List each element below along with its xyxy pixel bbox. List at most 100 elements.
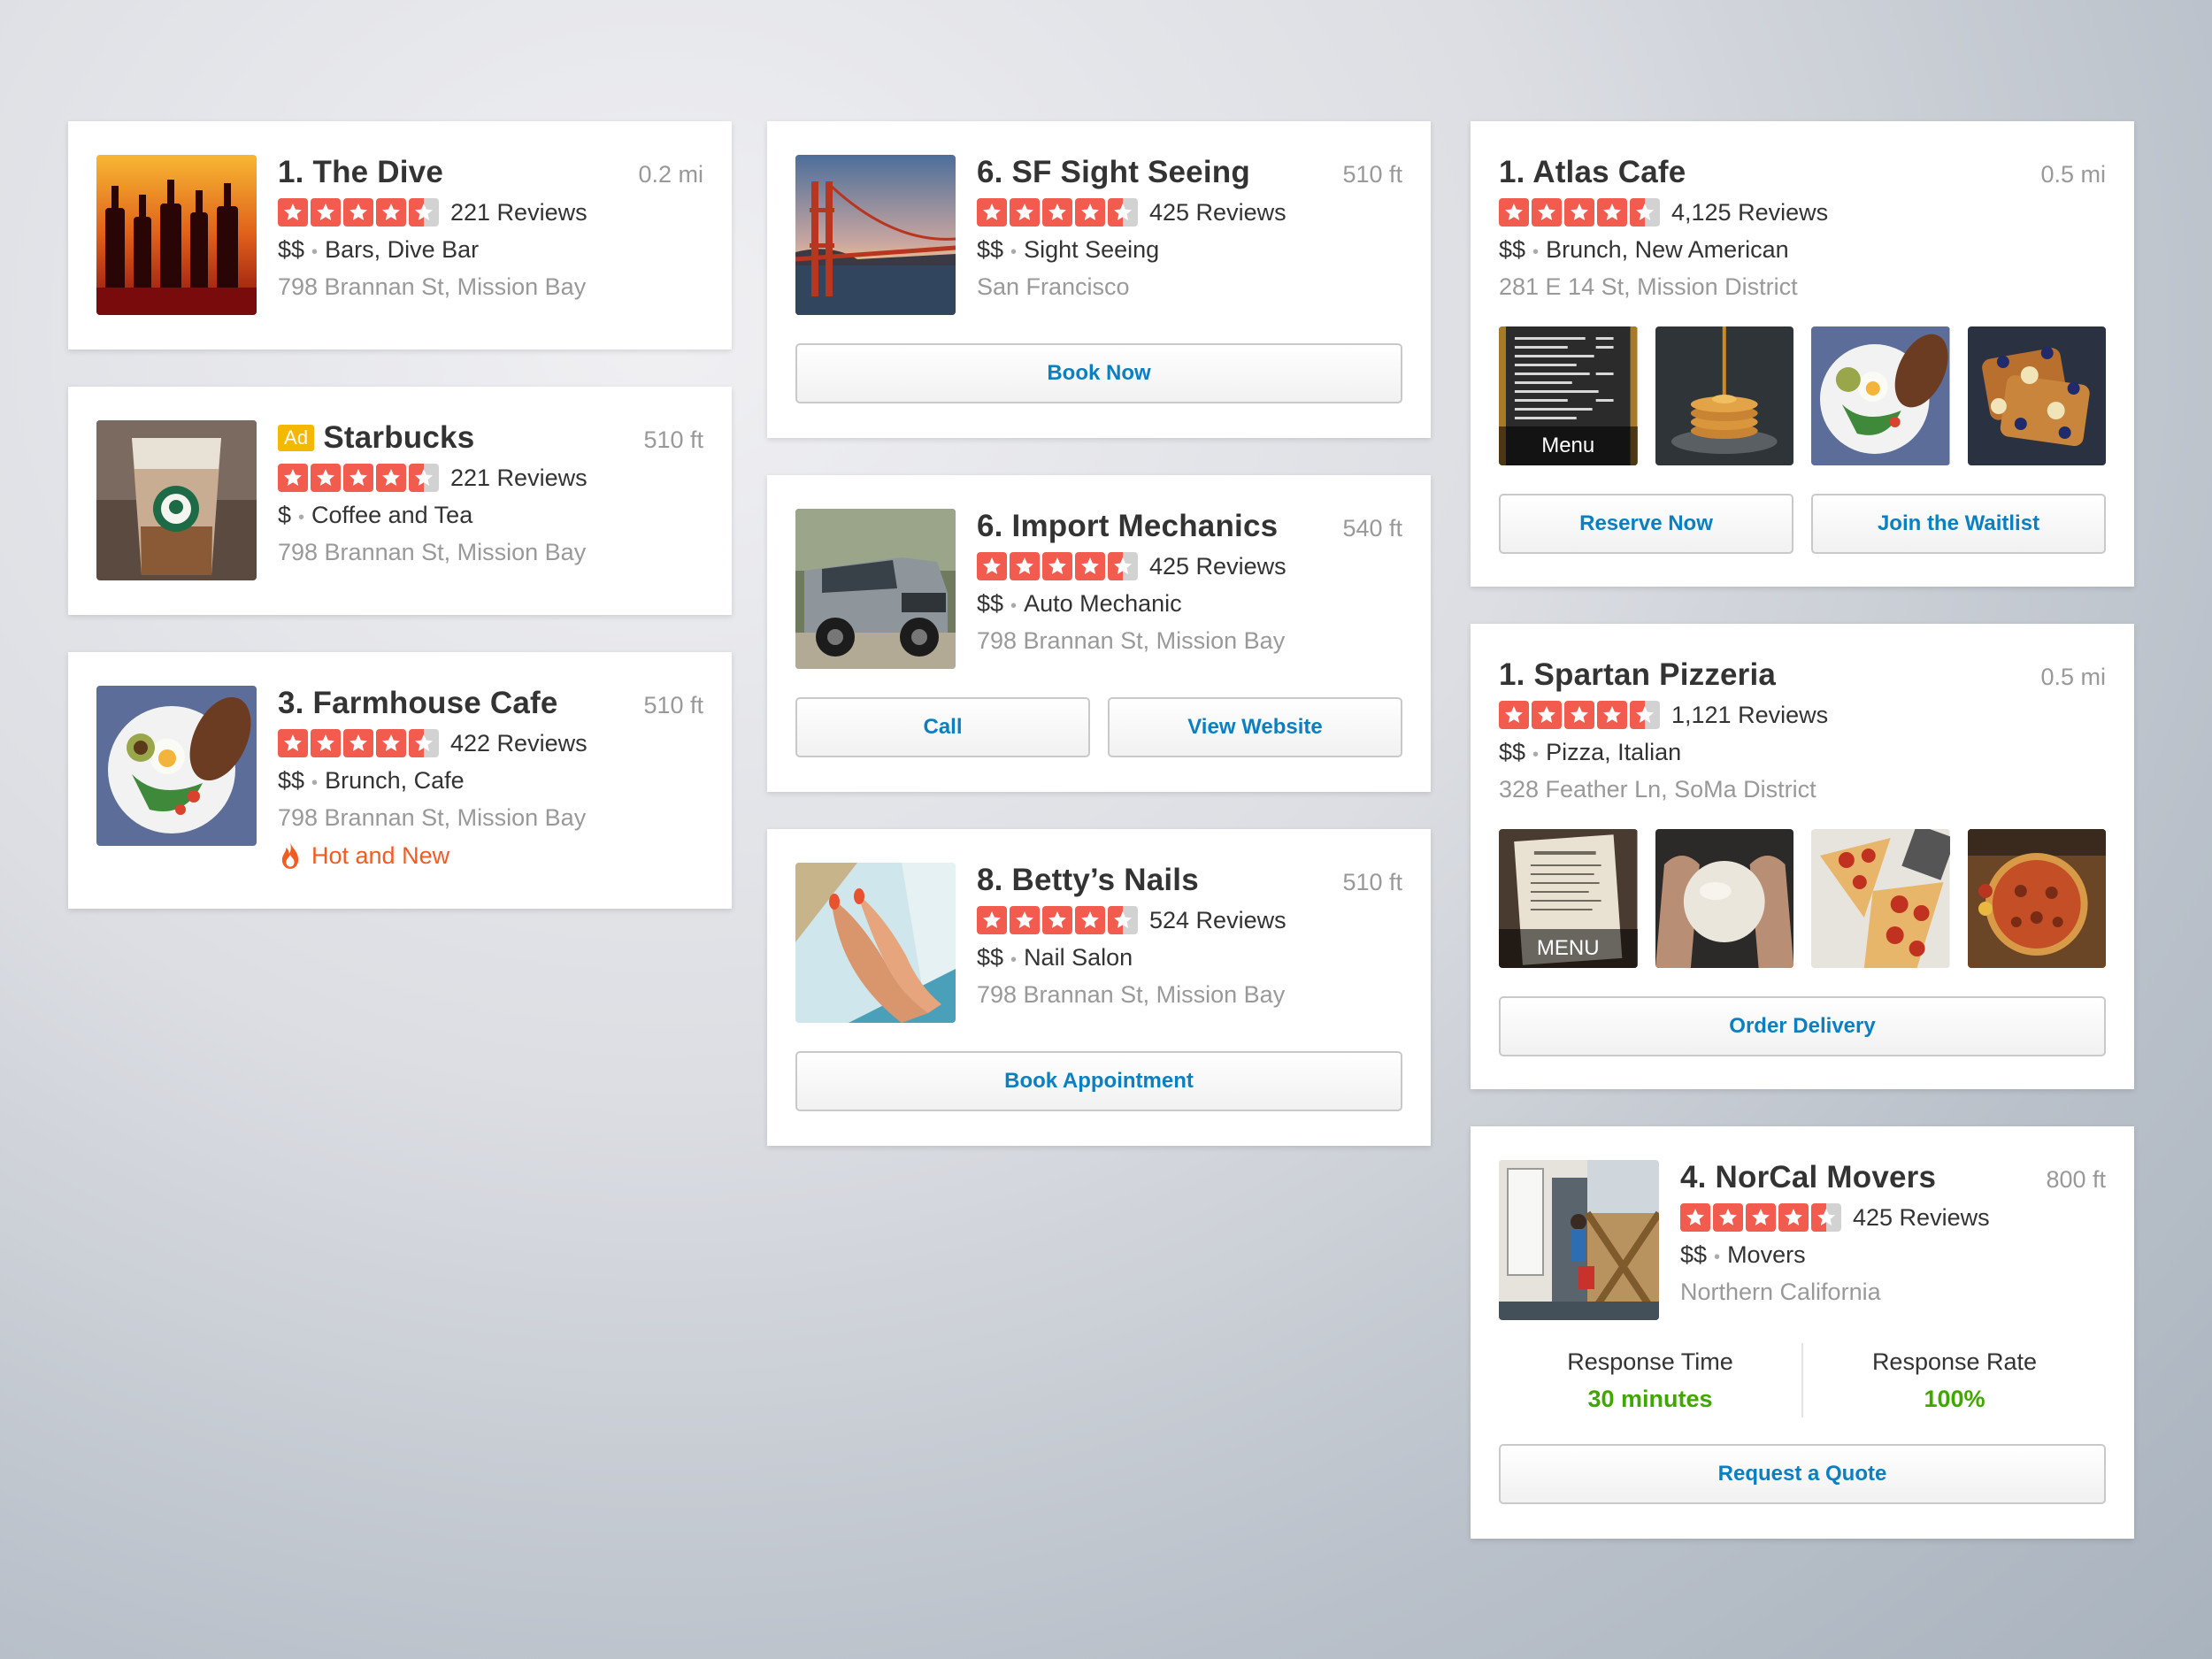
review-count[interactable]: 524 Reviews (1149, 907, 1286, 934)
distance: 510 ft (1342, 869, 1402, 895)
star-icon (311, 198, 341, 227)
business-card-starbucks[interactable]: Ad Starbucks 510 ft 221 Reviews $ • Coffee … (68, 387, 732, 615)
request-quote-button[interactable]: Request a Quote (1499, 1444, 2106, 1504)
manicure-photo[interactable] (795, 863, 956, 1023)
star-icon (1746, 1203, 1776, 1232)
golden-gate-photo[interactable] (795, 155, 956, 315)
business-title[interactable]: 8. Betty’s Nails (977, 863, 1199, 898)
business-card-atlas-cafe[interactable]: 1. Atlas Cafe 0.5 mi 4,125 Reviews $$ • Br… (1471, 121, 2134, 587)
business-title[interactable]: 1. The Dive (278, 155, 443, 190)
business-title[interactable]: Starbucks (323, 420, 474, 455)
star-icon (1499, 198, 1529, 227)
book-now-button[interactable]: Book Now (795, 343, 1402, 403)
star-icon (376, 464, 406, 492)
business-title[interactable]: 3. Farmhouse Cafe (278, 686, 558, 721)
review-count[interactable]: 4,125 Reviews (1671, 199, 1828, 227)
pizza-board-photo[interactable] (1967, 829, 2106, 968)
star-icon (1630, 701, 1660, 729)
star-icon (311, 729, 341, 757)
call-button[interactable]: Call (795, 697, 1090, 757)
hot-and-new-badge: Hot and New (278, 836, 703, 875)
business-title[interactable]: 6. SF Sight Seeing (977, 155, 1250, 190)
business-card-sf-sight-seeing[interactable]: 6. SF Sight Seeing 510 ft 425 Reviews $$… (767, 121, 1431, 438)
star-icon (409, 198, 439, 227)
business-title[interactable]: 1. Atlas Cafe (1499, 155, 1686, 190)
star-icon (1075, 552, 1105, 580)
business-title[interactable]: 6. Import Mechanics (977, 509, 1278, 544)
suv-photo[interactable] (795, 509, 956, 669)
star-icon (1108, 198, 1138, 227)
star-icon (311, 464, 341, 492)
reserve-now-button[interactable]: Reserve Now (1499, 494, 1793, 554)
star-rating (278, 464, 442, 492)
star-icon (1532, 701, 1562, 729)
business-card-the-dive[interactable]: 1. The Dive 0.2 mi 221 Reviews $$ • Bars, … (68, 121, 732, 349)
star-icon (1010, 906, 1040, 934)
moving-truck-photo[interactable] (1499, 1160, 1659, 1320)
address: Northern California (1680, 1279, 1881, 1305)
photo-strip: Menu (1499, 326, 2106, 465)
star-icon (1597, 198, 1627, 227)
star-icon (977, 198, 1007, 227)
business-card-import-mechanics[interactable]: 6. Import Mechanics 540 ft 425 Reviews $… (767, 475, 1431, 792)
business-card-norcal-movers[interactable]: 4. NorCal Movers 800 ft 425 Reviews $$ • M… (1471, 1126, 2134, 1539)
response-rate-value: 100% (1924, 1386, 1985, 1412)
star-rating (1680, 1203, 1844, 1232)
star-icon (1010, 552, 1040, 580)
response-rate-label: Response Rate (1871, 1348, 2038, 1375)
photo-strip: MENU (1499, 829, 2106, 968)
brunch-plate-photo[interactable] (1811, 326, 1950, 465)
price: $$ (278, 236, 305, 263)
price: $$ (977, 590, 1004, 617)
menu-label: Menu (1499, 426, 1638, 465)
french-toast-photo[interactable] (1967, 326, 2106, 465)
distance: 510 ft (643, 692, 703, 718)
review-count[interactable]: 425 Reviews (1149, 553, 1286, 580)
join-waitlist-button[interactable]: Join the Waitlist (1811, 494, 2106, 554)
menu-board-photo[interactable]: Menu (1499, 326, 1638, 465)
distance: 0.5 mi (2040, 664, 2106, 690)
pancakes-photo[interactable] (1655, 326, 1793, 465)
category: Pizza, Italian (1546, 739, 1682, 765)
review-count[interactable]: 425 Reviews (1853, 1204, 1990, 1232)
review-count[interactable]: 425 Reviews (1149, 199, 1286, 227)
response-rate: Response Rate 100% (1801, 1343, 2106, 1417)
brunch-plate-photo[interactable] (96, 686, 257, 846)
star-rating (977, 906, 1141, 934)
order-delivery-button[interactable]: Order Delivery (1499, 996, 2106, 1056)
star-icon (278, 464, 308, 492)
separator-dot: • (1532, 242, 1540, 262)
view-website-button[interactable]: View Website (1108, 697, 1402, 757)
iced-coffee-photo[interactable] (96, 420, 257, 580)
menu-card-photo[interactable]: MENU (1499, 829, 1638, 968)
star-rating (977, 552, 1141, 580)
address: 798 Brannan St, Mission Bay (278, 804, 587, 831)
bar-bottles-photo[interactable] (96, 155, 257, 315)
address: 798 Brannan St, Mission Bay (977, 981, 1286, 1008)
review-count[interactable]: 422 Reviews (450, 730, 588, 757)
separator-dot: • (1714, 1248, 1721, 1267)
price-category: $$ • Auto Mechanic (977, 585, 1402, 622)
review-count[interactable]: 1,121 Reviews (1671, 702, 1828, 729)
address: 798 Brannan St, Mission Bay (278, 273, 587, 300)
star-rating (977, 198, 1141, 227)
star-icon (1108, 906, 1138, 934)
menu-label: MENU (1499, 929, 1638, 968)
business-title[interactable]: 1. Spartan Pizzeria (1499, 657, 1776, 693)
separator-dot: • (1010, 242, 1018, 262)
star-icon (1075, 906, 1105, 934)
response-time-value: 30 minutes (1587, 1386, 1713, 1412)
review-count[interactable]: 221 Reviews (450, 199, 588, 227)
business-card-bettys-nails[interactable]: 8. Betty’s Nails 510 ft 524 Reviews $$ • N… (767, 829, 1431, 1146)
star-icon (1778, 1203, 1809, 1232)
book-appointment-button[interactable]: Book Appointment (795, 1051, 1402, 1111)
business-title[interactable]: 4. NorCal Movers (1680, 1160, 1936, 1195)
address: 798 Brannan St, Mission Bay (278, 539, 587, 565)
distance: 540 ft (1342, 515, 1402, 541)
price-category: $$ • Movers (1680, 1236, 2106, 1273)
business-card-farmhouse-cafe[interactable]: 3. Farmhouse Cafe 510 ft 422 Reviews $$ •… (68, 652, 732, 909)
pizza-slices-photo[interactable] (1811, 829, 1950, 968)
business-card-spartan-pizzeria[interactable]: 1. Spartan Pizzeria 0.5 mi 1,121 Reviews… (1471, 624, 2134, 1089)
review-count[interactable]: 221 Reviews (450, 465, 588, 492)
dough-photo[interactable] (1655, 829, 1793, 968)
